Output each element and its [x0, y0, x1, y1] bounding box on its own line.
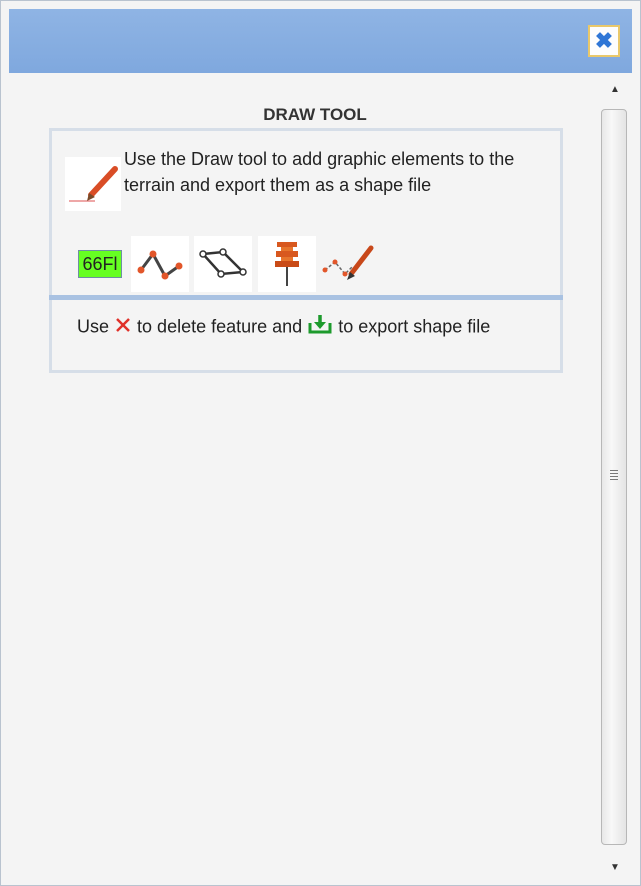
delete-x-icon [114, 315, 132, 341]
export-download-icon [307, 313, 333, 342]
scroll-grip-icon [610, 470, 618, 482]
help-text-part3: to export shape file [338, 316, 491, 337]
section-divider [49, 295, 563, 300]
pencil-icon [65, 157, 121, 211]
pin-icon [275, 242, 299, 286]
draw-tool-window: ✖ DRAW TOOL Use the Draw tool to add gra… [0, 0, 641, 886]
help-text-part1: Use [77, 316, 110, 337]
text-tool-button[interactable]: 66Fl [71, 236, 129, 292]
help-text: Use to delete feature and to export shap… [77, 313, 547, 342]
help-text-part2: to delete feature and [137, 316, 303, 337]
panel-title: DRAW TOOL [263, 105, 367, 124]
polyline-tool-button[interactable] [131, 236, 189, 292]
freehand-draw-icon [322, 245, 374, 280]
close-button[interactable]: ✖ [588, 25, 620, 57]
polyline-icon [137, 250, 183, 280]
polygon-icon [199, 248, 247, 278]
window-titlebar[interactable]: ✖ [9, 9, 632, 73]
intro-text: Use the Draw tool to add graphic element… [124, 149, 515, 195]
text-tool-label: 66Fl [78, 250, 122, 278]
freehand-tool-button[interactable] [319, 236, 377, 292]
scroll-thumb[interactable] [601, 109, 627, 845]
polygon-tool-button[interactable] [194, 236, 252, 292]
vertical-scrollbar[interactable]: ▲ ▼ [601, 73, 632, 885]
panel-content: DRAW TOOL Use the Draw tool to add graph… [9, 73, 601, 885]
scroll-down-arrow-icon[interactable]: ▼ [607, 859, 623, 875]
close-icon: ✖ [594, 28, 614, 53]
pin-tool-button[interactable] [258, 236, 316, 292]
scroll-up-arrow-icon[interactable]: ▲ [607, 81, 623, 97]
